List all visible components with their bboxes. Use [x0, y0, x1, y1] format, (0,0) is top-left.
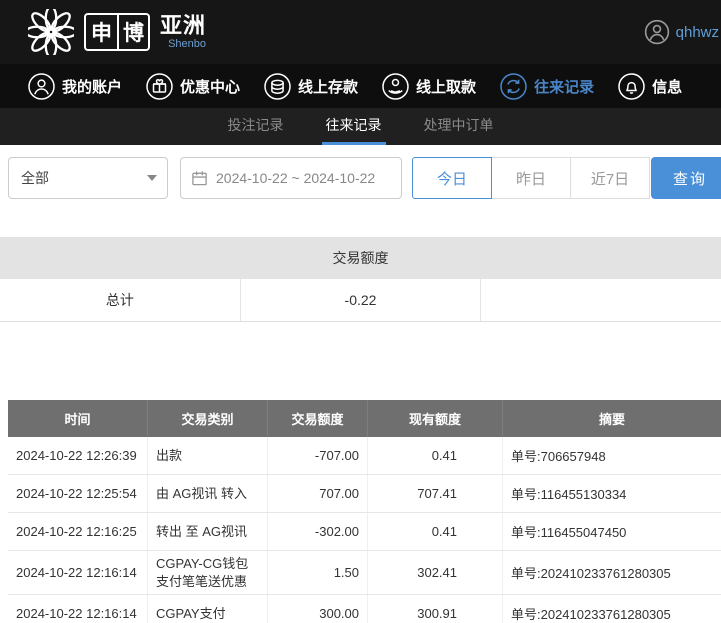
brand-char-1: 申	[91, 22, 112, 45]
table-row: 2024-10-22 12:16:25 转出 至 AG视讯 -302.00 0.…	[8, 513, 721, 551]
cell-amount: 300.00	[268, 595, 368, 623]
calendar-icon	[192, 170, 207, 185]
user-area[interactable]: qhhwz	[644, 19, 719, 45]
date-range-input[interactable]: 2024-10-22 ~ 2024-10-22	[180, 157, 402, 199]
user-avatar-icon	[644, 19, 669, 45]
nav-item-withdraw[interactable]: 线上取款	[382, 72, 477, 100]
brand-region: 亚洲 Shenbo	[160, 12, 207, 50]
summary-total-label: 总计	[0, 279, 241, 321]
cell-type: 由 AG视讯 转入	[148, 475, 268, 512]
table-row: 2024-10-22 12:16:14 CGPAY支付 300.00 300.9…	[8, 595, 721, 623]
type-select-value: 全部	[21, 170, 49, 186]
main-nav: 我的账户 优惠中心 线上存款 线上取款 往来记录 信息	[0, 64, 721, 108]
cell-type: CGPAY支付	[148, 595, 268, 623]
cell-time: 2024-10-22 12:25:54	[8, 475, 148, 512]
nav-item-transaction-records[interactable]: 往来记录	[500, 72, 595, 100]
summary-table: 交易额度 总计 -0.22	[0, 237, 721, 322]
cell-type: 出款	[148, 437, 268, 474]
cell-amount: 707.00	[268, 475, 368, 512]
col-header-balance: 现有额度	[368, 400, 503, 437]
top-header: 申 博 亚洲 Shenbo qhhwz	[0, 0, 721, 64]
bell-icon	[618, 72, 645, 100]
cell-summary: 单号:706657948	[511, 449, 606, 464]
summary-empty-cell	[481, 279, 721, 321]
records-table-header: 时间 交易类别 交易额度 现有额度 摘要	[8, 400, 721, 437]
cell-time: 2024-10-22 12:16:14	[8, 551, 148, 595]
nav-item-my-account[interactable]: 我的账户	[28, 72, 123, 100]
date-range-value: 2024-10-22 ~ 2024-10-22	[216, 170, 376, 186]
nav-label: 信息	[652, 78, 683, 96]
col-header-type: 交易类别	[148, 400, 268, 437]
cell-type: CGPAY-CG钱包支付笔笔送优惠	[148, 551, 268, 595]
summary-total-value: -0.22	[241, 279, 482, 321]
brand-subtitle: Shenbo	[168, 37, 207, 50]
query-button[interactable]: 查询	[651, 157, 721, 199]
nav-label: 优惠中心	[180, 78, 241, 96]
cell-balance: 0.41	[368, 437, 503, 474]
deposit-icon	[264, 72, 291, 100]
gap-strip	[0, 211, 721, 237]
brand-logo-box: 申 博	[84, 13, 150, 51]
cell-balance: 0.41	[368, 513, 503, 550]
brand-region-text: 亚洲	[160, 12, 207, 38]
cell-balance: 300.91	[368, 595, 503, 623]
withdraw-icon	[382, 72, 409, 100]
type-select[interactable]: 全部	[8, 157, 168, 199]
cell-amount: -302.00	[268, 513, 368, 550]
flower-logo-icon	[28, 9, 74, 55]
cell-summary: 单号:202410233761280305	[511, 566, 671, 582]
subnav: 投注记录 往来记录 处理中订单	[0, 108, 721, 145]
cell-summary: 单号:116455130334	[511, 487, 627, 502]
brand-char-2: 博	[117, 15, 148, 49]
table-row: 2024-10-22 12:16:14 CGPAY-CG钱包支付笔笔送优惠 1.…	[8, 551, 721, 596]
nav-label: 线上存款	[298, 78, 359, 96]
records-table: 时间 交易类别 交易额度 现有额度 摘要 2024-10-22 12:26:39…	[8, 400, 721, 623]
nav-label: 往来记录	[534, 78, 595, 96]
nav-item-deposit[interactable]: 线上存款	[264, 72, 359, 100]
nav-item-promotions[interactable]: 优惠中心	[146, 72, 241, 100]
last7days-button[interactable]: 近7日	[570, 157, 650, 199]
tab-transaction-records[interactable]: 往来记录	[321, 108, 386, 145]
cell-time: 2024-10-22 12:16:14	[8, 595, 148, 623]
user-icon	[28, 72, 55, 100]
username-text[interactable]: qhhwz	[676, 24, 719, 41]
cell-amount: -707.00	[268, 437, 368, 474]
cell-time: 2024-10-22 12:26:39	[8, 437, 148, 474]
chevron-down-icon	[147, 175, 157, 181]
cell-summary: 单号:116455047450	[511, 525, 627, 540]
summary-total-row: 总计 -0.22	[0, 279, 721, 321]
nav-item-messages[interactable]: 信息	[618, 72, 683, 100]
cell-time: 2024-10-22 12:16:25	[8, 513, 148, 550]
tab-processing-orders[interactable]: 处理中订单	[420, 108, 498, 145]
cell-summary: 单号:202410233761280305	[511, 607, 671, 623]
brand: 申 博 亚洲 Shenbo	[28, 9, 206, 55]
today-button[interactable]: 今日	[412, 157, 492, 199]
cell-balance: 302.41	[368, 551, 503, 595]
col-header-summary: 摘要	[598, 412, 625, 427]
cell-type: 转出 至 AG视讯	[148, 513, 268, 550]
page: 申 博 亚洲 Shenbo qhhwz 我的账户 优惠中心 线上存款 线上取款 …	[0, 0, 721, 623]
cell-amount: 1.50	[268, 551, 368, 595]
gift-icon	[146, 72, 173, 100]
summary-table-header: 交易额度	[0, 237, 721, 279]
cell-balance: 707.41	[368, 475, 503, 512]
col-header-amount: 交易额度	[268, 400, 368, 437]
select-caret-wrap	[137, 158, 167, 198]
col-header-time: 时间	[8, 400, 148, 437]
table-row: 2024-10-22 12:25:54 由 AG视讯 转入 707.00 707…	[8, 475, 721, 513]
nav-label: 线上取款	[416, 78, 477, 96]
spacer	[0, 322, 721, 400]
filter-bar: 全部 2024-10-22 ~ 2024-10-22 今日 昨日 近7日 查询	[0, 145, 721, 211]
table-row: 2024-10-22 12:26:39 出款 -707.00 0.41 单号:7…	[8, 437, 721, 475]
yesterday-button[interactable]: 昨日	[491, 157, 571, 199]
records-icon	[500, 72, 527, 100]
tab-betting-records[interactable]: 投注记录	[224, 108, 288, 145]
nav-label: 我的账户	[62, 78, 123, 96]
